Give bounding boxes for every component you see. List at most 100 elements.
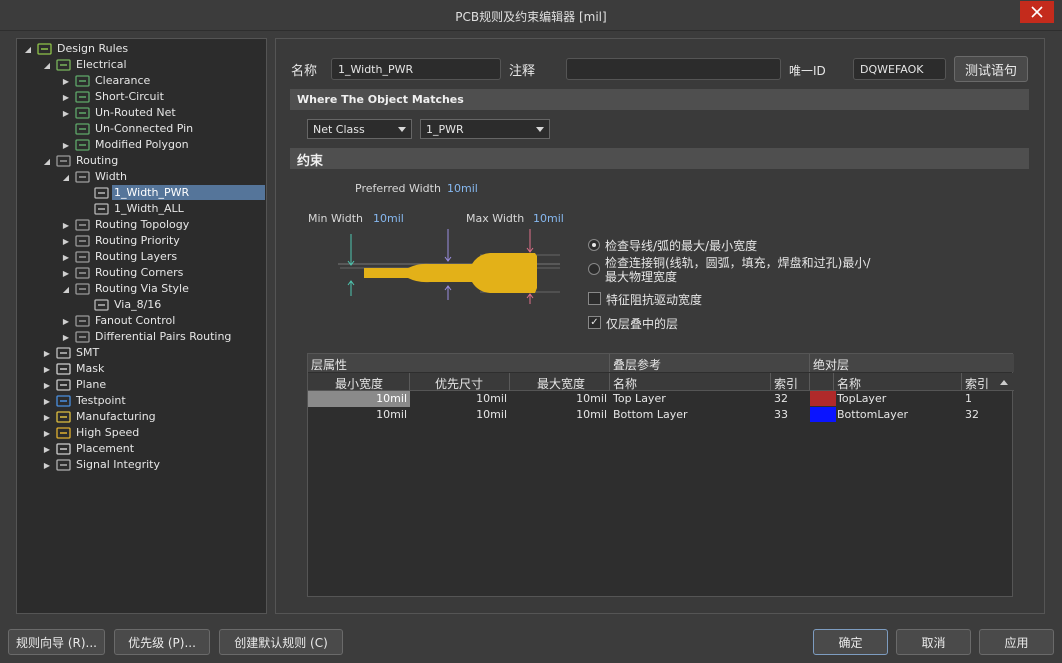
grid-group-layer-props: 层属性 <box>308 354 610 372</box>
create-default-rules-button[interactable]: 创建默认规则 (C) <box>219 629 343 655</box>
tree-item[interactable]: Un-Connected Pin <box>17 121 266 137</box>
tree-item[interactable]: ▶ Modified Polygon <box>17 137 266 153</box>
collapsed-triangle-icon[interactable]: ▶ <box>61 268 71 278</box>
tree-item[interactable]: ▶ Testpoint <box>17 393 266 409</box>
expanded-triangle-icon[interactable]: ◢ <box>42 156 52 166</box>
grid-header-abs-index-label: 索引 <box>965 377 990 391</box>
plane-icon <box>56 378 72 392</box>
row2-min[interactable]: 10mil <box>308 407 410 423</box>
test-query-button[interactable]: 测试语句 <box>954 56 1028 82</box>
uid-field[interactable]: DQWEFAOK <box>853 58 946 80</box>
grid-header-max[interactable]: 最大宽度 <box>510 373 610 391</box>
ok-button[interactable]: 确定 <box>813 629 888 655</box>
collapsed-triangle-icon[interactable]: ▶ <box>61 76 71 86</box>
routing-icon <box>56 154 72 168</box>
collapsed-triangle-icon[interactable]: ▶ <box>61 236 71 246</box>
collapsed-triangle-icon[interactable]: ▶ <box>42 444 52 454</box>
grid-header-abs-index[interactable]: 索引 <box>962 373 1014 391</box>
tree-item[interactable]: ▶ Differential Pairs Routing <box>17 329 266 345</box>
collapsed-triangle-icon[interactable]: ▶ <box>42 396 52 406</box>
min-width-value[interactable]: 10mil <box>373 212 404 225</box>
tree-item[interactable]: ▶ SMT <box>17 345 266 361</box>
tree-item[interactable]: ◢ Routing <box>17 153 266 169</box>
collapsed-triangle-icon[interactable]: ▶ <box>61 92 71 102</box>
collapsed-triangle-icon[interactable]: ▶ <box>42 428 52 438</box>
tree-item[interactable]: ▶ Plane <box>17 377 266 393</box>
row1-min[interactable]: 10mil <box>308 391 410 407</box>
grid-header-min[interactable]: 最小宽度 <box>308 373 410 391</box>
rule-icon <box>75 74 91 88</box>
grid-header-pref[interactable]: 优先尺寸 <box>410 373 510 391</box>
min-width-arrow-top <box>347 234 355 266</box>
trace-shape <box>364 253 537 293</box>
tree-item[interactable]: 1_Width_ALL <box>17 201 266 217</box>
row2-pref[interactable]: 10mil <box>410 407 510 423</box>
tree-item[interactable]: ◢ Design Rules <box>17 41 266 57</box>
expanded-triangle-icon[interactable]: ◢ <box>61 284 71 294</box>
impedance-driven-checkbox[interactable]: 特征阻抗驱动宽度 <box>588 291 702 308</box>
row2-max[interactable]: 10mil <box>510 407 610 423</box>
tree-item[interactable]: ▶ Un-Routed Net <box>17 105 266 121</box>
max-width-label: Max Width <box>466 212 525 225</box>
tree-item[interactable]: ▶ Routing Layers <box>17 249 266 265</box>
tree-item[interactable]: ▶ Manufacturing <box>17 409 266 425</box>
collapsed-triangle-icon[interactable]: ▶ <box>61 108 71 118</box>
match-section-header: Where The Object Matches <box>290 89 1029 110</box>
cancel-button[interactable]: 取消 <box>896 629 971 655</box>
max-width-value[interactable]: 10mil <box>533 212 564 225</box>
preferred-width-arrow-top <box>444 229 452 262</box>
tree-item[interactable]: ▶ Routing Topology <box>17 217 266 233</box>
preferred-width-value[interactable]: 10mil <box>447 182 478 195</box>
rule-icon <box>75 138 91 152</box>
tree-item[interactable]: ▶ High Speed <box>17 425 266 441</box>
collapsed-triangle-icon[interactable]: ▶ <box>61 332 71 342</box>
collapsed-triangle-icon[interactable]: ▶ <box>42 460 52 470</box>
grid-header-stack-name[interactable]: 名称 <box>610 373 771 391</box>
tree-item[interactable]: 1_Width_PWR <box>17 185 266 201</box>
check-copper-width-radio[interactable]: 检查连接铜(线轨，圆弧，填充，焊盘和过孔)最小/最大物理宽度 <box>588 256 873 284</box>
tree-item[interactable]: ▶ Signal Integrity <box>17 457 266 473</box>
layer-stack-only-checkbox[interactable]: ✓ 仅层叠中的层 <box>588 315 678 332</box>
check-track-width-radio[interactable]: 检查导线/弧的最大/最小宽度 <box>588 237 888 254</box>
rule-wizard-button[interactable]: 规则向导 (R)... <box>8 629 105 655</box>
collapsed-triangle-icon[interactable]: ▶ <box>42 412 52 422</box>
tree-item[interactable]: Via_8/16 <box>17 297 266 313</box>
collapsed-triangle-icon[interactable]: ▶ <box>42 364 52 374</box>
name-field[interactable]: 1_Width_PWR <box>331 58 501 80</box>
row1-max[interactable]: 10mil <box>510 391 610 407</box>
tree-item[interactable]: ▶ Placement <box>17 441 266 457</box>
collapsed-triangle-icon[interactable]: ▶ <box>42 380 52 390</box>
tree-item[interactable]: ▶ Short-Circuit <box>17 89 266 105</box>
match-type-select[interactable]: Net Class <box>307 119 412 139</box>
tree-item[interactable]: ◢ Electrical <box>17 57 266 73</box>
testpoint-icon <box>56 394 72 408</box>
expanded-triangle-icon[interactable]: ◢ <box>42 60 52 70</box>
expanded-triangle-icon[interactable]: ◢ <box>61 172 71 182</box>
tree-item-label: Via_8/16 <box>114 298 162 311</box>
grid-header-stack-index[interactable]: 索引 <box>771 373 810 391</box>
tree-item[interactable]: ▶ Routing Priority <box>17 233 266 249</box>
preferred-width-arrow-bottom <box>444 285 452 300</box>
close-button[interactable] <box>1020 1 1054 23</box>
tree-item-label: Short-Circuit <box>95 90 164 103</box>
collapsed-triangle-icon[interactable]: ▶ <box>61 252 71 262</box>
collapsed-triangle-icon[interactable]: ▶ <box>61 220 71 230</box>
apply-button[interactable]: 应用 <box>979 629 1054 655</box>
tree-item[interactable]: ▶ Fanout Control <box>17 313 266 329</box>
tree-item[interactable]: ◢ Routing Via Style <box>17 281 266 297</box>
grid-header-abs-name[interactable]: 名称 <box>834 373 962 391</box>
collapsed-triangle-icon[interactable]: ▶ <box>61 140 71 150</box>
tree-item[interactable]: ▶ Clearance <box>17 73 266 89</box>
collapsed-triangle-icon[interactable]: ▶ <box>61 316 71 326</box>
tree-item[interactable]: ▶ Routing Corners <box>17 265 266 281</box>
tree-item[interactable]: ◢ Width <box>17 169 266 185</box>
match-class-select[interactable]: 1_PWR <box>420 119 550 139</box>
row1-pref[interactable]: 10mil <box>410 391 510 407</box>
expanded-triangle-icon[interactable]: ◢ <box>23 44 33 54</box>
comment-field[interactable] <box>566 58 781 80</box>
tree-item[interactable]: ▶ Mask <box>17 361 266 377</box>
priorities-button[interactable]: 优先级 (P)... <box>114 629 210 655</box>
collapsed-triangle-icon[interactable]: ▶ <box>42 348 52 358</box>
tree-item-label: Clearance <box>95 74 151 87</box>
match-class-value: 1_PWR <box>426 123 464 136</box>
